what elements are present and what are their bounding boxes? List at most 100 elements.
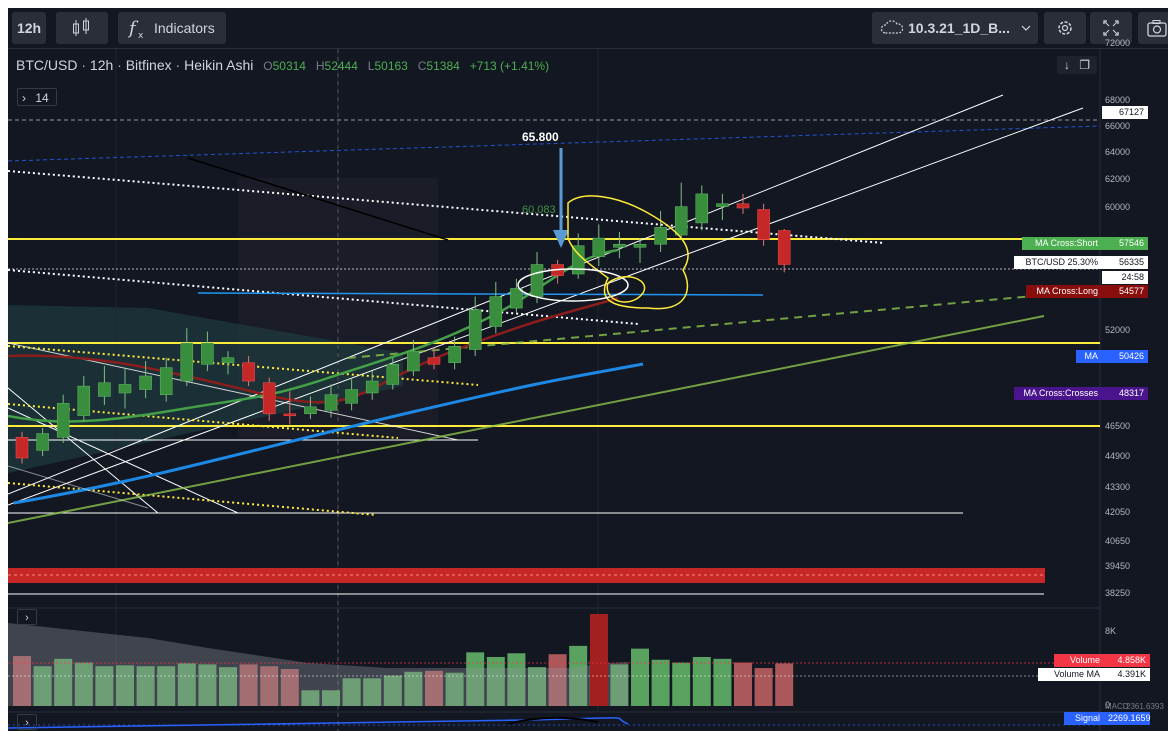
chart-canvas[interactable] [8,48,1168,731]
candle-body [221,357,235,363]
candle-body [777,230,791,265]
indicators-collapse-button[interactable]: › 14 [17,88,57,106]
interval-button[interactable]: 12h [12,12,46,44]
candle-body [139,375,152,390]
target-price-label[interactable]: 65.800 [522,130,559,144]
candle-body [201,342,214,365]
candle-body [36,433,49,451]
volume-bar [590,614,608,706]
price-tick: 52000 [1105,325,1131,335]
layout-name: 10.3.21_1D_B... [908,20,1010,36]
candle-body [407,350,420,372]
scale-buttons[interactable]: ↓ ❐ [1057,56,1097,74]
legend-interval: 12h [89,57,114,73]
ma-label: MA [1076,350,1102,363]
candle-body [324,394,338,411]
chart-window: 12h f x Indicators 10.3.21_1D_B... BTC/U… [8,8,1168,731]
arrow-down-icon[interactable]: ↓ [1064,58,1070,72]
price-tick: 64000 [1105,147,1131,157]
chevron-right-icon: › [22,91,26,105]
function-icon: f x [127,18,144,41]
chevron-right-icon: › [25,717,29,729]
candle-body [77,385,91,416]
chart-type-button[interactable] [56,12,108,44]
ma-cross-short-label: MA Cross:Short [1022,237,1102,250]
price-tick: 72000 [1105,38,1131,48]
candle-body [118,384,132,394]
candle-body [427,357,441,365]
candle-body [159,367,173,395]
ma-cross-long-label: MA Cross:Long [1026,285,1102,298]
candle-body [613,243,626,248]
bar-countdown: 24:58 [1102,271,1148,284]
candle-body [448,346,461,363]
volume-bar [692,656,711,706]
candle-body [633,243,647,248]
legend-low: 50163 [374,59,408,73]
macd-collapse-button[interactable]: › [17,714,37,730]
chart-background [8,49,1168,731]
volume-label: Volume [1054,654,1104,667]
snapshot-button[interactable] [1138,12,1168,44]
ma-cross-long-value: 54577 [1102,285,1148,298]
candle-body [757,209,770,240]
candle-body [242,362,255,382]
indicators-label: Indicators [154,20,215,36]
price-tick: 68000 [1105,95,1131,105]
legend-change: +713 (+1.41%) [469,59,550,73]
legend-symbol[interactable]: BTC/USD [16,57,77,73]
price-level-value: 67127 [1102,106,1148,119]
price-tick: 40650 [1105,536,1131,546]
volume-bar [734,662,752,706]
candle-body [98,382,111,397]
price-tick: 46500 [1105,421,1131,431]
cloud-icon [880,20,904,34]
indicators-count: 14 [35,91,49,105]
layout-select-button[interactable]: 10.3.21_1D_B... [872,12,1038,44]
price-tick: 44900 [1105,451,1131,461]
volume-bar [631,648,649,706]
candle-body [510,288,523,309]
price-tick: 66000 [1105,121,1131,131]
macd-signal-value: 2269.1659 [1104,712,1151,725]
candle-body [262,382,276,415]
legend-close: 51384 [426,59,460,73]
volume-ma-value: 4.391K [1104,668,1150,681]
symbol-legend: BTC/USD · 12h · Bitfinex · Heikin Ashi O… [16,57,550,73]
ma-value: 50426 [1102,350,1148,363]
volume-bar [713,658,732,706]
volume-collapse-button[interactable]: › [17,609,37,625]
chevron-right-icon: › [25,612,29,624]
macd-signal-label: Signal [1064,712,1104,725]
volume-tick: 8K [1105,626,1117,636]
candle-body [56,403,70,438]
candle-body [674,206,688,236]
candle-body [489,296,503,327]
candle-body [736,203,750,209]
candle-body [365,380,379,394]
ma-cross-crosses-label: MA Cross:Crosses [1014,387,1102,400]
price-tick: 39450 [1105,561,1131,571]
candlestick-icon [73,18,89,36]
indicators-button[interactable]: f x Indicators [118,12,226,44]
price-tick: 60000 [1105,202,1131,212]
ma-cross-crosses-value: 48317 [1102,387,1148,400]
candle-body [283,413,297,417]
candle-body [304,406,317,415]
candle-body [15,437,29,459]
chevron-down-icon [1021,25,1031,31]
candle-body [716,203,729,207]
candle-body [592,237,606,257]
volume-bar [651,659,670,706]
settings-button[interactable] [1044,12,1086,44]
legend-high-key: H [315,59,325,73]
candle-body [180,342,194,382]
legend-chart-type: Heikin Ashi [184,57,254,73]
svg-text:x: x [138,31,144,41]
restore-icon[interactable]: ❐ [1079,58,1090,72]
top-toolbar: 12h f x Indicators 10.3.21_1D_B... [8,8,1168,49]
camera-icon [1147,20,1167,37]
candle-body [695,193,709,224]
candle-body [530,264,544,297]
candle-body [386,364,400,385]
